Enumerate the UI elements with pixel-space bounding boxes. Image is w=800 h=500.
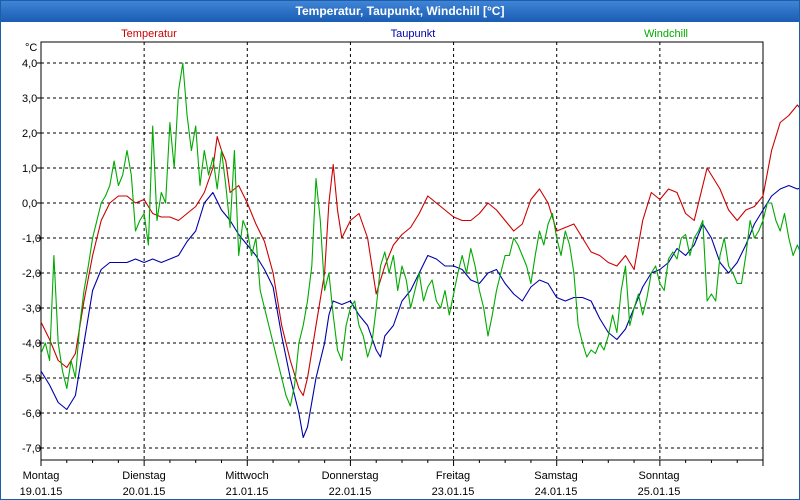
y-tick-label: -2,0 — [22, 268, 41, 280]
legend-label-temperatur: Temperatur — [121, 28, 177, 40]
y-tick-label: 2,0 — [22, 128, 37, 140]
x-day-label: Donnerstag — [322, 470, 379, 482]
y-tick-label: -1,0 — [22, 233, 41, 245]
y-tick-label: -6,0 — [22, 408, 41, 420]
legend-label-windchill: Windchill — [644, 28, 688, 40]
y-tick-label: -5,0 — [22, 373, 41, 385]
plot-area — [40, 41, 764, 461]
x-day-label: Mittwoch — [225, 470, 268, 482]
x-date-label: 19.01.15 — [20, 486, 63, 498]
y-tick-label: 1,0 — [22, 163, 37, 175]
y-tick-label: -4,0 — [22, 338, 41, 350]
y-tick-label: 0,0 — [22, 198, 37, 210]
x-day-label: Dienstag — [122, 470, 165, 482]
x-date-label: 21.01.15 — [226, 486, 269, 498]
x-date-label: 24.01.15 — [535, 486, 578, 498]
y-tick-label: 4,0 — [22, 58, 37, 70]
x-date-label: 23.01.15 — [432, 486, 475, 498]
x-day-label: Sonntag — [639, 470, 680, 482]
x-date-label: 20.01.15 — [123, 486, 166, 498]
y-tick-label: -3,0 — [22, 303, 41, 315]
x-day-label: Freitag — [436, 470, 470, 482]
x-day-label: Montag — [23, 470, 60, 482]
x-day-label: Samstag — [534, 470, 577, 482]
x-date-label: 22.01.15 — [329, 486, 372, 498]
legend-label-taupunkt: Taupunkt — [391, 28, 436, 40]
y-tick-label: 3,0 — [22, 93, 37, 105]
line-chart: 4,0 3,0 2,0 1,0 0,0 -1,0 -2,0 -3,0 -4,0 -5,0 -6,0 -… — [20, 28, 799, 498]
x-date-label: 25.01.15 — [638, 486, 681, 498]
y-unit-label: °C — [25, 42, 37, 54]
chart-window: Temperatur, Taupunkt, Windchill [°C] 4,0… — [0, 0, 800, 500]
y-tick-label: -7,0 — [22, 443, 41, 455]
